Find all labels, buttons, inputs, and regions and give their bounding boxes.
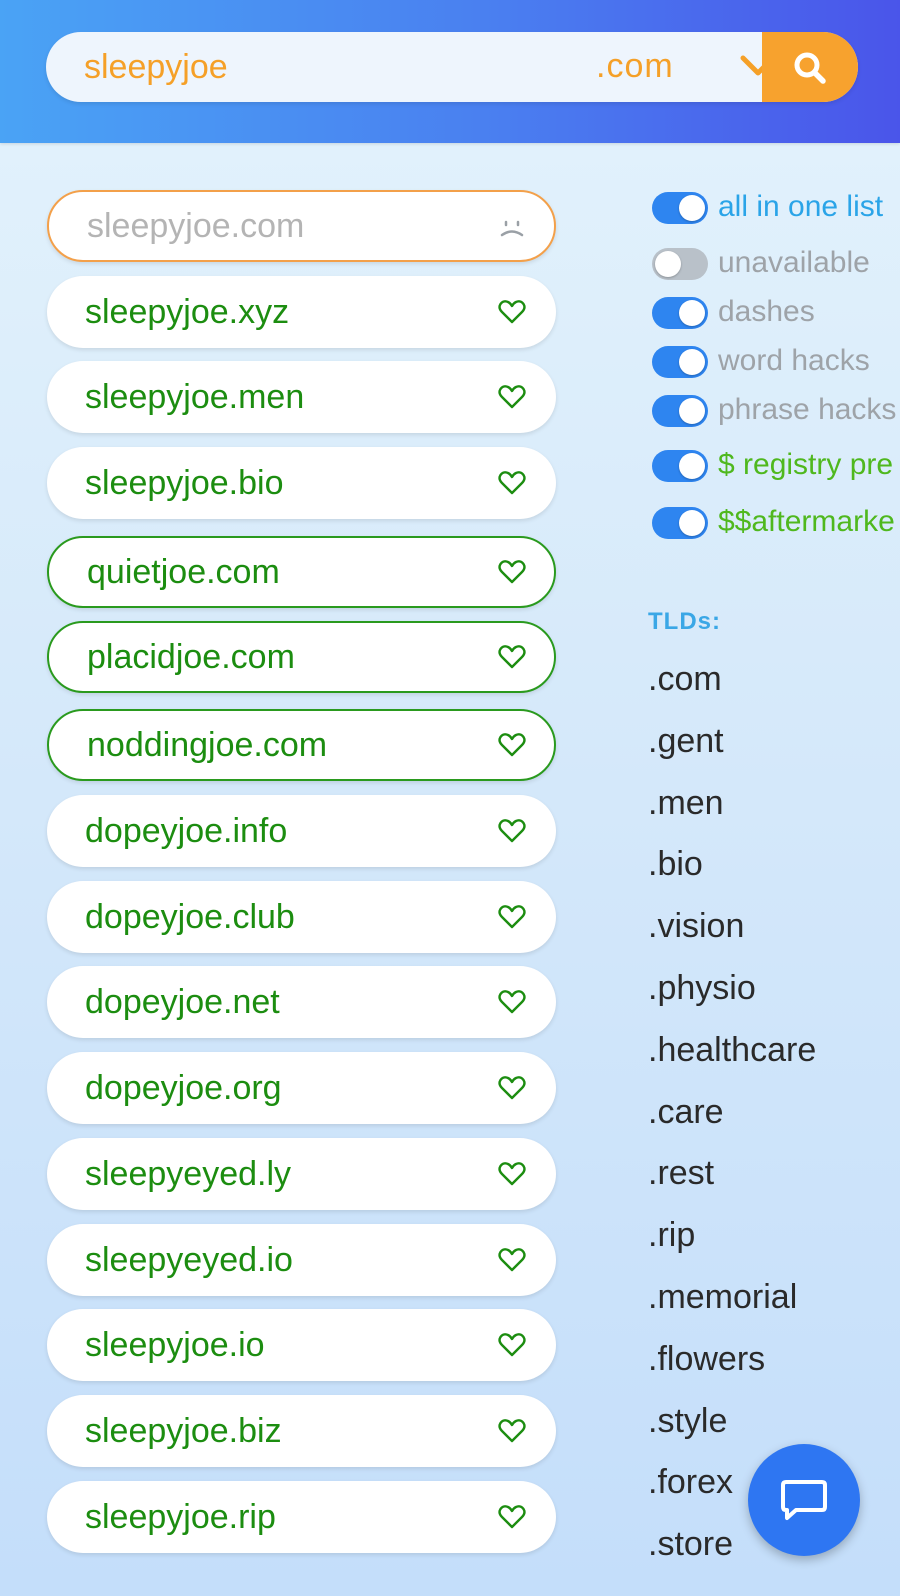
result-item[interactable]: dopeyjoe.club xyxy=(47,881,556,953)
result-domain-name: sleepyjoe.bio xyxy=(85,464,284,502)
header: .com xyxy=(0,0,900,143)
toggle-switch[interactable] xyxy=(652,450,708,482)
result-domain-name: sleepyeyed.io xyxy=(85,1241,293,1279)
result-item[interactable]: quietjoe.com xyxy=(47,536,556,608)
filter-label: unavailable xyxy=(718,246,870,279)
tld-item[interactable]: .flowers xyxy=(648,1340,765,1379)
filter-label: $$aftermarke xyxy=(718,505,895,538)
toggle-knob xyxy=(655,251,681,277)
filter-toggle[interactable]: word hacks xyxy=(652,344,900,380)
result-domain-name: sleepyjoe.biz xyxy=(85,1412,282,1450)
result-item[interactable]: sleepyjoe.xyz xyxy=(47,276,556,348)
toggle-knob xyxy=(679,398,705,424)
filter-toggle[interactable]: unavailable xyxy=(652,246,900,282)
toggle-knob xyxy=(679,349,705,375)
heart-icon[interactable] xyxy=(498,732,526,763)
tld-item[interactable]: .physio xyxy=(648,969,756,1008)
heart-icon[interactable] xyxy=(498,299,526,330)
search-input[interactable] xyxy=(84,32,484,102)
result-item[interactable]: dopeyjoe.info xyxy=(47,795,556,867)
tld-item[interactable]: .memorial xyxy=(648,1278,797,1317)
tld-item[interactable]: .care xyxy=(648,1093,724,1132)
result-domain-name: dopeyjoe.org xyxy=(85,1069,282,1107)
tld-item[interactable]: .healthcare xyxy=(648,1031,816,1070)
result-item[interactable]: sleepyjoe.com xyxy=(47,190,556,262)
result-item[interactable]: sleepyjoe.men xyxy=(47,361,556,433)
tld-item[interactable]: .men xyxy=(648,784,724,823)
filter-label: word hacks xyxy=(718,344,870,377)
heart-icon[interactable] xyxy=(498,644,526,675)
toggle-switch[interactable] xyxy=(652,395,708,427)
tld-item[interactable]: .rest xyxy=(648,1154,714,1193)
toggle-knob xyxy=(679,300,705,326)
result-item[interactable]: sleepyeyed.ly xyxy=(47,1138,556,1210)
tld-heading: TLDs: xyxy=(648,608,721,635)
result-item[interactable]: dopeyjoe.org xyxy=(47,1052,556,1124)
toggle-knob xyxy=(679,510,705,536)
toggle-switch[interactable] xyxy=(652,248,708,280)
toggle-knob xyxy=(679,453,705,479)
result-item[interactable]: dopeyjoe.net xyxy=(47,966,556,1038)
filter-toggle[interactable]: $$aftermarke xyxy=(652,505,900,541)
result-item[interactable]: sleepyeyed.io xyxy=(47,1224,556,1296)
result-item[interactable]: noddingjoe.com xyxy=(47,709,556,781)
filter-toggle[interactable]: all in one list xyxy=(652,190,900,226)
filter-toggle[interactable]: phrase hacks xyxy=(652,393,900,429)
result-domain-name: placidjoe.com xyxy=(87,638,295,676)
frown-icon xyxy=(498,213,526,246)
result-domain-name: sleepyjoe.com xyxy=(87,207,305,245)
filter-toggle[interactable]: dashes xyxy=(652,295,900,331)
toggle-switch[interactable] xyxy=(652,192,708,224)
heart-icon[interactable] xyxy=(498,1075,526,1106)
heart-icon[interactable] xyxy=(498,1247,526,1278)
result-domain-name: sleepyeyed.ly xyxy=(85,1155,292,1193)
result-domain-name: sleepyjoe.io xyxy=(85,1326,265,1364)
heart-icon[interactable] xyxy=(498,989,526,1020)
heart-icon[interactable] xyxy=(498,1161,526,1192)
toggle-switch[interactable] xyxy=(652,507,708,539)
search-bar: .com xyxy=(46,32,858,102)
toggle-switch[interactable] xyxy=(652,346,708,378)
tld-item[interactable]: .style xyxy=(648,1402,727,1441)
heart-icon[interactable] xyxy=(498,818,526,849)
result-domain-name: quietjoe.com xyxy=(87,553,280,591)
filter-label: $ registry pre xyxy=(718,448,894,481)
heart-icon[interactable] xyxy=(498,470,526,501)
tld-dropdown-value: .com xyxy=(596,47,674,85)
tld-item[interactable]: .bio xyxy=(648,845,703,884)
result-item[interactable]: sleepyjoe.rip xyxy=(47,1481,556,1553)
heart-icon[interactable] xyxy=(498,1332,526,1363)
tld-item[interactable]: .vision xyxy=(648,907,744,946)
heart-icon[interactable] xyxy=(498,904,526,935)
result-domain-name: dopeyjoe.info xyxy=(85,812,288,850)
tld-item[interactable]: .gent xyxy=(648,722,724,761)
filter-label: all in one list xyxy=(718,190,884,223)
result-item[interactable]: sleepyjoe.biz xyxy=(47,1395,556,1467)
tld-item[interactable]: .forex xyxy=(648,1463,733,1502)
heart-icon[interactable] xyxy=(498,384,526,415)
filter-toggle[interactable]: $ registry pre xyxy=(652,448,900,484)
toggle-switch[interactable] xyxy=(652,297,708,329)
result-domain-name: sleepyjoe.xyz xyxy=(85,293,290,331)
heart-icon[interactable] xyxy=(498,1418,526,1449)
filter-label: dashes xyxy=(718,295,815,328)
heart-icon[interactable] xyxy=(498,1504,526,1535)
toggle-knob xyxy=(679,195,705,221)
filter-label: phrase hacks xyxy=(718,393,897,426)
chat-button[interactable] xyxy=(748,1444,860,1556)
result-domain-name: sleepyjoe.men xyxy=(85,378,305,416)
result-item[interactable]: sleepyjoe.io xyxy=(47,1309,556,1381)
tld-item[interactable]: .rip xyxy=(648,1216,695,1255)
search-button[interactable] xyxy=(762,32,858,102)
tld-item[interactable]: .store xyxy=(648,1525,733,1564)
heart-icon[interactable] xyxy=(498,559,526,590)
tld-item[interactable]: .com xyxy=(648,660,722,699)
result-domain-name: noddingjoe.com xyxy=(87,726,328,764)
result-domain-name: dopeyjoe.club xyxy=(85,898,295,936)
result-item[interactable]: placidjoe.com xyxy=(47,621,556,693)
result-domain-name: dopeyjoe.net xyxy=(85,983,280,1021)
result-item[interactable]: sleepyjoe.bio xyxy=(47,447,556,519)
result-domain-name: sleepyjoe.rip xyxy=(85,1498,276,1536)
